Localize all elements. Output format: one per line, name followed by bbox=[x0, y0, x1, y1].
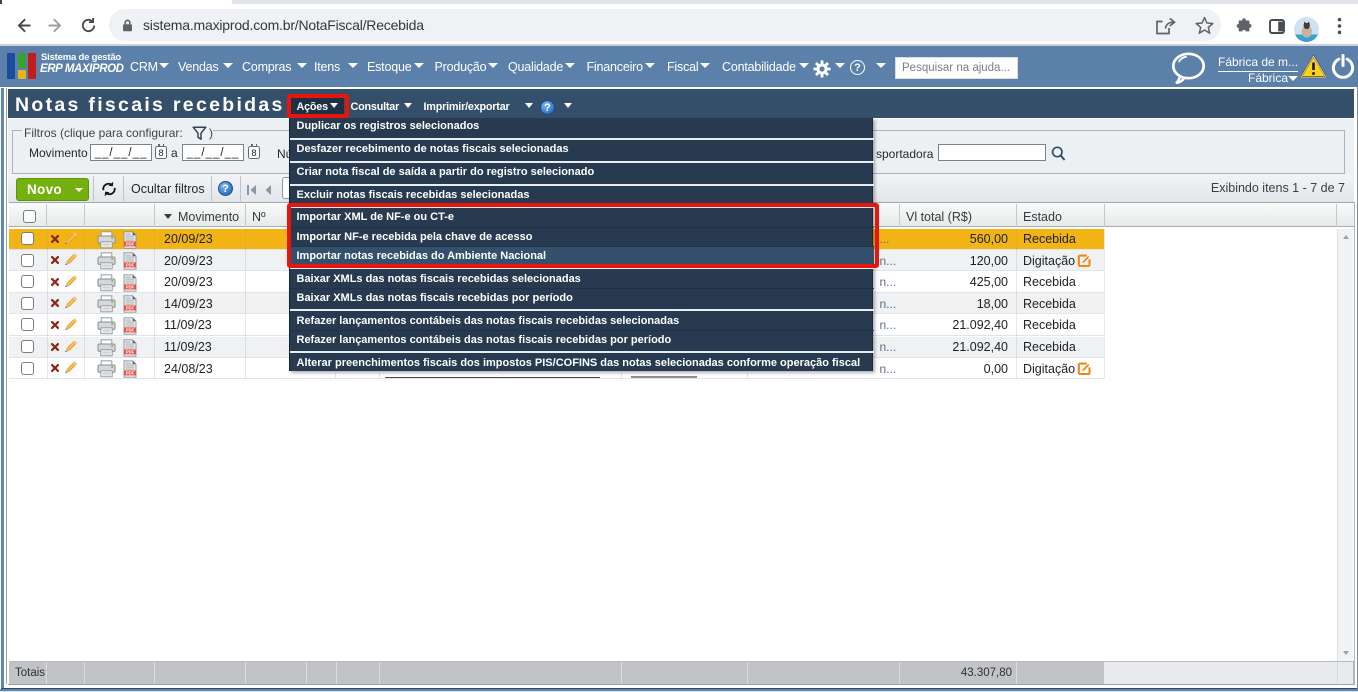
svg-text:PDF: PDF bbox=[126, 327, 135, 332]
svg-text:PDF: PDF bbox=[126, 306, 135, 311]
svg-text:PDF: PDF bbox=[126, 262, 135, 267]
svg-text:PDF: PDF bbox=[126, 370, 135, 375]
svg-text:PDF: PDF bbox=[126, 241, 135, 246]
svg-text:PDF: PDF bbox=[126, 349, 135, 354]
svg-text:PDF: PDF bbox=[126, 284, 135, 289]
